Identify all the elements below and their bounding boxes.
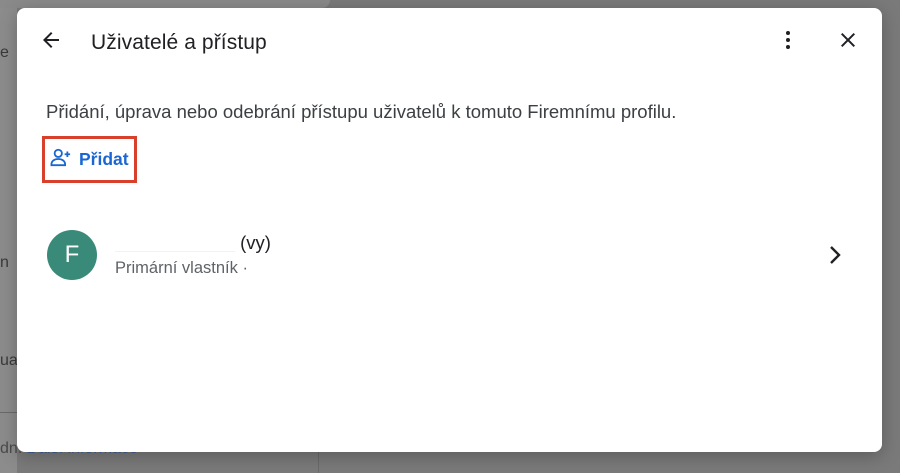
background-card	[0, 0, 330, 8]
background-text: n	[0, 254, 9, 271]
back-button[interactable]	[31, 22, 71, 62]
background-divider	[318, 452, 319, 473]
users-access-dialog: Uživatelé a přístup Přidání, úprava nebo…	[17, 8, 882, 452]
background-divider	[0, 412, 17, 413]
dialog-description: Přidání, úprava nebo odebrání přístupu u…	[46, 101, 677, 122]
close-icon	[836, 28, 860, 57]
background-text: ua	[0, 352, 18, 369]
background-text: e	[0, 44, 9, 61]
user-self-indicator: (vy)	[240, 232, 271, 253]
user-name: (vy)	[115, 232, 271, 254]
arrow-back-icon	[39, 28, 63, 57]
avatar: F	[47, 230, 97, 280]
more-vert-icon	[776, 28, 800, 57]
background-panel	[0, 8, 17, 473]
user-list-item[interactable]: F (vy) Primární vlastník ·	[17, 218, 882, 292]
add-user-button[interactable]: Přidat	[42, 136, 137, 183]
dialog-title: Uživatelé a přístup	[91, 31, 267, 54]
chevron-right-icon	[823, 242, 847, 268]
close-button[interactable]	[828, 22, 868, 62]
dialog-header: Uživatelé a přístup	[17, 8, 882, 76]
redacted-name	[115, 236, 235, 253]
add-user-label: Přidat	[79, 149, 129, 169]
user-role: Primární vlastník ·	[115, 259, 248, 277]
more-options-button[interactable]	[768, 22, 808, 62]
person-add-icon	[50, 147, 72, 172]
